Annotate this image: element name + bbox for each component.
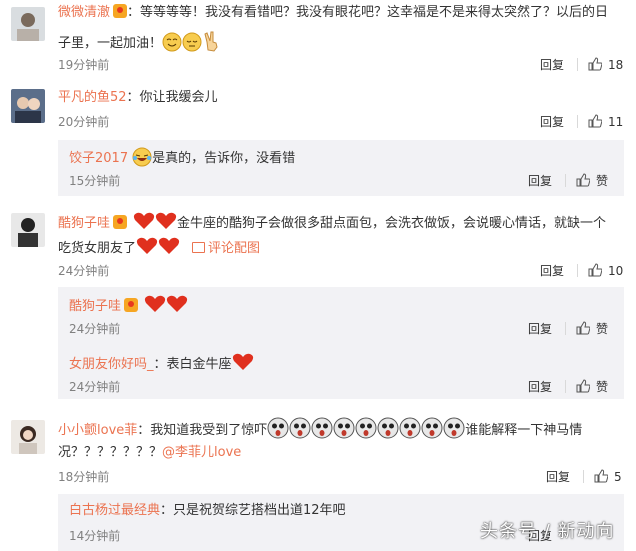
- like-button[interactable]: 18: [588, 57, 623, 73]
- mention-link[interactable]: @李菲儿love: [162, 445, 241, 460]
- image-icon: [192, 242, 206, 253]
- reply-button[interactable]: 回复: [540, 57, 564, 73]
- reply-button[interactable]: 回复: [540, 263, 564, 279]
- reply-button[interactable]: 回复: [540, 114, 564, 130]
- divider: [565, 174, 566, 187]
- vip-badge-icon: [113, 4, 128, 18]
- scared-emoji-icon: [421, 417, 443, 446]
- heart-icon: [166, 294, 188, 321]
- username[interactable]: 白古杨过最经典: [69, 503, 160, 518]
- timestamp: 20分钟前: [58, 115, 110, 129]
- username[interactable]: 饺子2017: [69, 151, 128, 166]
- divider: [565, 322, 566, 335]
- timestamp: 14分钟前: [69, 529, 121, 543]
- thumbs-up-icon: [576, 173, 590, 187]
- reply-button[interactable]: 回复: [528, 321, 552, 337]
- thumbs-up-icon: [576, 321, 590, 335]
- reply-button[interactable]: 回复: [528, 173, 552, 189]
- view-comment-image-link[interactable]: 评论配图: [208, 241, 260, 256]
- avatar[interactable]: [11, 420, 45, 454]
- surprised-emoji-row: [267, 417, 465, 439]
- like-button[interactable]: 赞: [576, 173, 608, 189]
- thumbs-up-icon: [588, 263, 602, 277]
- divider: [577, 58, 578, 71]
- avatar[interactable]: [11, 89, 45, 123]
- divider: [577, 264, 578, 277]
- thumbs-up-icon: [576, 379, 590, 393]
- like-button[interactable]: 赞: [576, 379, 608, 395]
- avatar[interactable]: [11, 213, 45, 247]
- victory-hand-icon: [202, 30, 222, 59]
- comment-text: 平凡的鱼52：你让我缓会儿: [58, 90, 218, 105]
- reply-button[interactable]: 回复: [528, 379, 552, 395]
- heart-icon: [155, 211, 177, 238]
- like-button[interactable]: 11: [588, 114, 623, 130]
- divider: [577, 115, 578, 128]
- comment-text-line2: 吃货女朋友了 评论配图: [58, 236, 260, 263]
- timestamp: 18分钟前: [58, 470, 110, 484]
- timestamp: 15分钟前: [69, 174, 121, 188]
- avatar[interactable]: [11, 7, 45, 41]
- reply-text: 饺子2017 是真的，告诉你，没看错: [69, 147, 295, 174]
- vip-badge-icon: [124, 298, 139, 312]
- comment-text-line2: 子里，一起加油！: [58, 30, 222, 59]
- grin-emoji-icon: [162, 32, 182, 59]
- timestamp: 19分钟前: [58, 58, 110, 72]
- laughing-tears-emoji-icon: [132, 147, 152, 174]
- username[interactable]: 平凡的鱼52: [58, 90, 127, 105]
- scared-emoji-icon: [333, 417, 355, 446]
- username[interactable]: 酷狗子哇: [69, 299, 121, 314]
- reply-text: 女朋友你好吗_：表白金牛座: [69, 352, 254, 379]
- reply-box: 饺子2017 是真的，告诉你，没看错 15分钟前 回复 赞: [58, 140, 624, 196]
- timestamp: 24分钟前: [69, 322, 121, 336]
- divider: [583, 470, 584, 483]
- scared-emoji-icon: [355, 417, 377, 446]
- comment-text: 小小颤love菲：我知道我受到了惊吓 谁能解释一下神马情: [58, 417, 582, 446]
- relieved-emoji-icon: [182, 32, 202, 59]
- thumbs-up-icon: [588, 57, 602, 71]
- scared-emoji-icon: [443, 417, 465, 446]
- reply-text: 酷狗子哇: [69, 294, 188, 321]
- scared-emoji-icon: [399, 417, 421, 446]
- heart-icon: [144, 294, 166, 321]
- scared-emoji-icon: [377, 417, 399, 446]
- username[interactable]: 女朋友你好吗_: [69, 357, 154, 372]
- vip-badge-icon: [113, 215, 128, 229]
- username[interactable]: 酷狗子哇: [58, 216, 110, 231]
- timestamp: 24分钟前: [69, 380, 121, 394]
- username[interactable]: 微微清澈: [58, 5, 110, 20]
- scared-emoji-icon: [267, 417, 289, 446]
- heart-icon: [133, 211, 155, 238]
- comment-text: 微微清澈 ：等等等等！我没有看错吧？我没有眼花吧？这幸福是不是来得太突然了？以后的…: [58, 4, 609, 20]
- scared-emoji-icon: [289, 417, 311, 446]
- comment-text: 酷狗子哇 金牛座的酷狗子会做很多甜点面包，会洗衣做饭，会说暖心情话，就缺一个: [58, 211, 606, 238]
- username[interactable]: 小小颤love菲: [58, 423, 137, 438]
- heart-icon: [136, 236, 158, 263]
- reply-text: 白古杨过最经典：只是祝贺综艺搭档出道12年吧: [69, 503, 346, 518]
- like-button[interactable]: 5: [594, 469, 622, 485]
- divider: [565, 380, 566, 393]
- reply-button[interactable]: 回复: [546, 469, 570, 485]
- like-button[interactable]: 10: [588, 263, 623, 279]
- comment-text-line2: 况？？？？？？？@李菲儿love: [58, 445, 242, 460]
- like-button[interactable]: 赞: [576, 321, 608, 337]
- thumbs-up-icon: [588, 114, 602, 128]
- thumbs-up-icon: [594, 469, 608, 483]
- scared-emoji-icon: [311, 417, 333, 446]
- heart-icon: [158, 236, 180, 263]
- watermark: 头条号 / 新动向: [480, 521, 615, 542]
- heart-icon: [232, 352, 254, 379]
- reply-box: 酷狗子哇 24分钟前 回复 赞 女朋友你好吗_：表白金牛座 24分钟前 回复 赞: [58, 287, 624, 399]
- timestamp: 24分钟前: [58, 264, 110, 278]
